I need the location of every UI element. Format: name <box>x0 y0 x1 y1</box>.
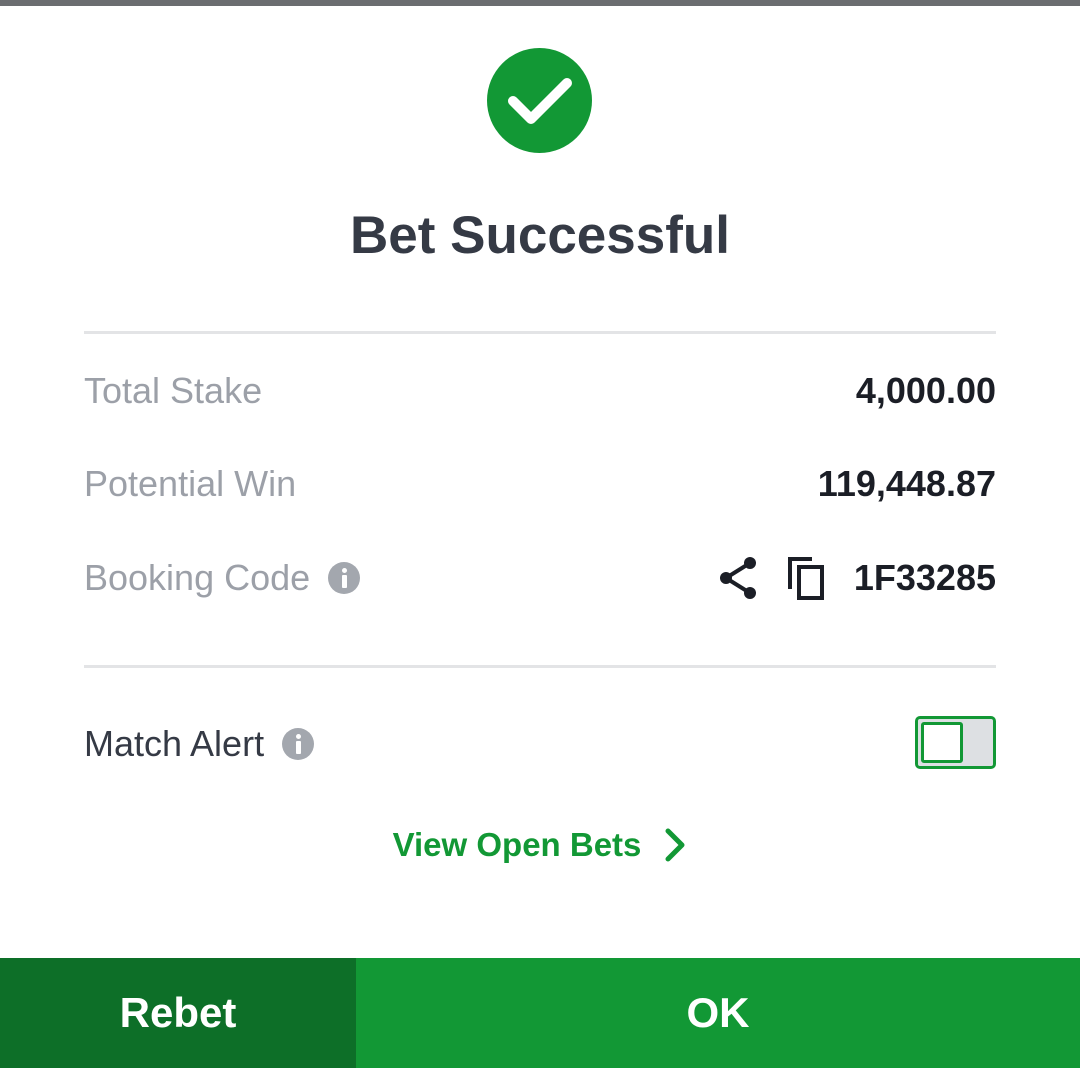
match-alert-info-icon[interactable] <box>282 728 315 760</box>
booking-code-label: Booking Code <box>84 553 361 603</box>
booking-code-info-icon[interactable] <box>328 562 361 594</box>
rebet-button[interactable]: Rebet <box>0 958 356 1068</box>
booking-code-actions: 1F33285 <box>718 553 996 603</box>
match-alert-label: Match Alert <box>84 718 315 770</box>
ok-button[interactable]: OK <box>356 958 1080 1068</box>
divider-top <box>84 331 996 334</box>
share-icon[interactable] <box>718 556 758 600</box>
divider-middle <box>84 665 996 668</box>
check-circle-icon <box>487 48 592 153</box>
booking-code-value: 1F33285 <box>853 557 996 598</box>
toggle-knob <box>921 722 963 763</box>
match-alert-toggle[interactable] <box>915 716 996 769</box>
potential-win-label: Potential Win <box>84 459 296 509</box>
bet-success-dialog: Bet Successful Total Stake 4,000.00 Pote… <box>0 0 1080 1068</box>
chevron-right-icon <box>665 828 685 862</box>
view-open-bets-link[interactable]: View Open Bets <box>0 820 1080 870</box>
total-stake-label-text: Total Stake <box>84 370 263 411</box>
dialog-title: Bet Successful <box>350 206 730 265</box>
view-open-bets-label: View Open Bets <box>392 826 642 863</box>
potential-win-label-text: Potential Win <box>84 463 297 504</box>
total-stake-value: 4,000.00 <box>855 370 996 411</box>
copy-icon[interactable] <box>786 555 826 601</box>
total-stake-label: Total Stake <box>84 366 262 416</box>
match-alert-label-text: Match Alert <box>84 723 265 764</box>
footer-actions: Rebet OK <box>0 958 1080 1068</box>
booking-code-label-text: Booking Code <box>84 557 311 598</box>
top-edge <box>0 0 1080 6</box>
potential-win-value: 119,448.87 <box>817 463 996 504</box>
